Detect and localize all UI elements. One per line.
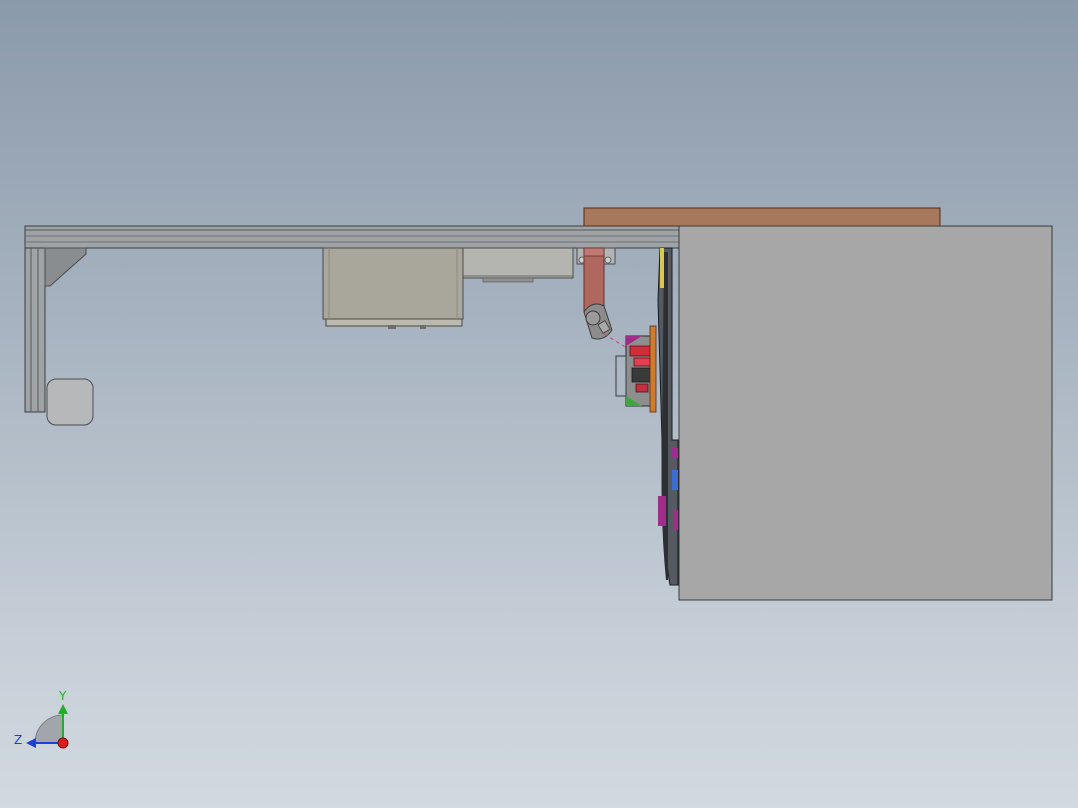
control-cabinet[interactable] bbox=[322, 247, 464, 329]
corner-gusset bbox=[44, 247, 87, 287]
electrical-box[interactable] bbox=[462, 247, 574, 283]
triad-z-label: Z bbox=[14, 733, 22, 747]
mounting-plate[interactable] bbox=[657, 247, 679, 586]
orientation-triad[interactable]: Y Z bbox=[14, 689, 69, 749]
triad-rotation-arc bbox=[34, 714, 64, 744]
triad-y-arrow-icon bbox=[58, 704, 68, 714]
table-top[interactable] bbox=[583, 207, 941, 227]
vertical-frame-post[interactable] bbox=[24, 247, 46, 413]
triad-z-arrow-icon bbox=[26, 738, 36, 748]
gripper-assembly[interactable] bbox=[615, 325, 657, 413]
robot-wrist[interactable] bbox=[583, 303, 613, 340]
horizontal-frame-beam[interactable] bbox=[24, 225, 680, 249]
frame-foot-pad[interactable] bbox=[46, 378, 94, 426]
cad-viewport[interactable]: Y Z bbox=[0, 0, 1078, 808]
triad-x-axis-dot bbox=[57, 737, 69, 749]
triad-y-label: Y bbox=[58, 689, 67, 703]
machine-enclosure[interactable] bbox=[678, 225, 1053, 601]
